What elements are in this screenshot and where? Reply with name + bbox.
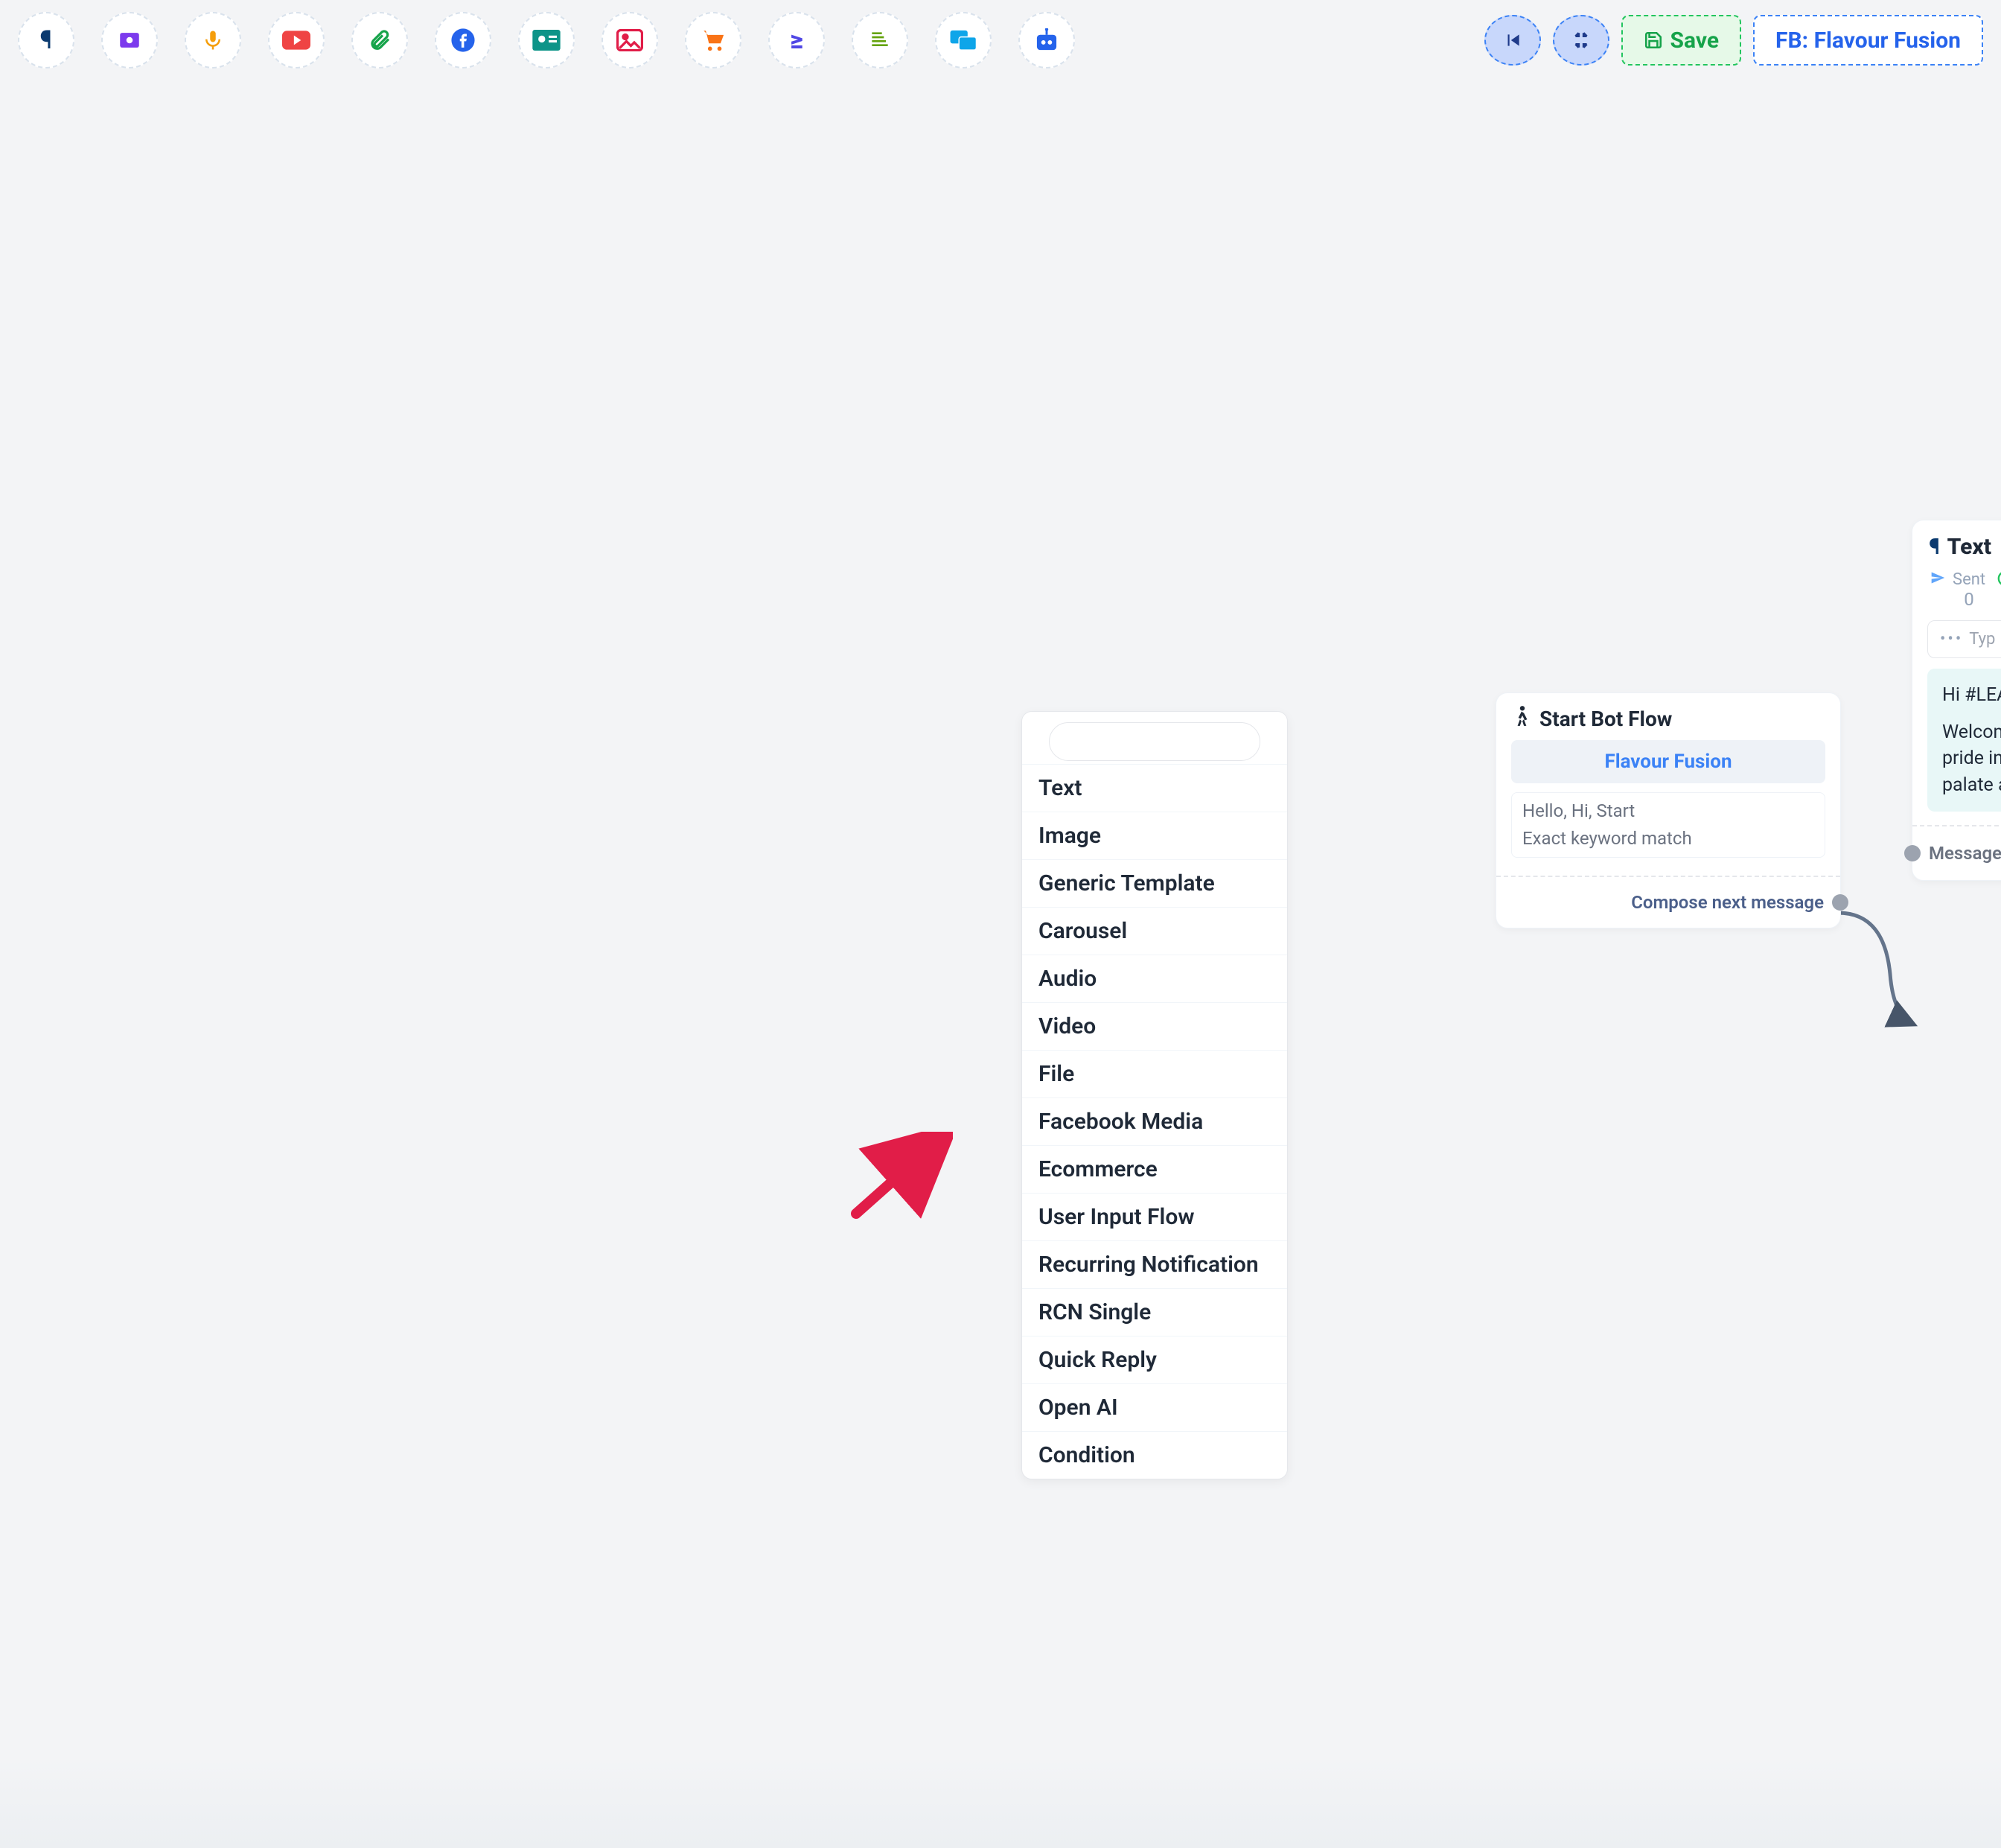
context-menu-item[interactable]: Ecommerce <box>1022 1145 1287 1193</box>
check-circle-icon <box>1997 570 2001 591</box>
stack-icon[interactable] <box>852 12 908 68</box>
paragraph-icon: ¶ <box>1929 534 1940 560</box>
compose-next-message[interactable]: Compose next message <box>1496 876 1840 928</box>
start-card-title: Start Bot Flow <box>1539 707 1672 731</box>
context-menu-search-input[interactable] <box>1049 722 1260 761</box>
save-label: Save <box>1670 28 1720 54</box>
top-toolbar: ¶ ≥ <box>18 12 1983 68</box>
save-button[interactable]: Save <box>1621 15 1742 66</box>
image-icon[interactable] <box>601 12 658 68</box>
keyword-list: Hello, Hi, Start <box>1522 797 1814 825</box>
bottom-fade <box>0 1759 2001 1848</box>
context-menu-item[interactable]: Condition <box>1022 1431 1287 1479</box>
facebook-icon[interactable] <box>435 12 491 68</box>
context-menu-item[interactable]: Generic Template <box>1022 859 1287 907</box>
collapse-button[interactable] <box>1553 15 1609 66</box>
dots-icon: ••• <box>1940 630 1963 649</box>
context-menu-item[interactable]: Audio <box>1022 955 1287 1002</box>
context-menu-item[interactable]: Quick Reply <box>1022 1336 1287 1383</box>
message-bubble[interactable]: Hi #LEA Welcome y creativ sations a prid… <box>1927 669 2001 812</box>
context-menu-item[interactable]: Recurring Notification <box>1022 1240 1287 1288</box>
sent-label: Sent <box>1953 570 1985 589</box>
message-body: Welcome y creativ sations a pride in g d… <box>1942 719 2001 799</box>
greeting-line: Hi #LEA <box>1942 682 2001 709</box>
toolbar-right: Save FB: Flavour Fusion <box>1484 12 1983 66</box>
sent-count: 0 <box>1953 589 1985 610</box>
context-menu-item[interactable]: RCN Single <box>1022 1288 1287 1336</box>
context-menu-item[interactable]: Carousel <box>1022 907 1287 955</box>
skip-back-button[interactable] <box>1484 15 1541 66</box>
paragraph-icon[interactable]: ¶ <box>18 12 74 68</box>
page-badge-label: FB: Flavour Fusion <box>1775 28 1961 54</box>
input-port-icon[interactable] <box>1904 845 1921 861</box>
flow-name-badge[interactable]: Flavour Fusion <box>1511 740 1825 783</box>
context-menu-item[interactable]: Video <box>1022 1002 1287 1050</box>
greater-equal-icon[interactable]: ≥ <box>768 12 825 68</box>
text-message-card[interactable]: ¶ Text Sent 0 ••• Typ Hi #LEA Welcome y … <box>1912 520 2001 881</box>
robot-icon[interactable] <box>1018 12 1075 68</box>
text-card-stats: Sent 0 <box>1912 567 2001 613</box>
toolbar-left: ¶ ≥ <box>18 12 1075 68</box>
context-menu-item[interactable]: Image <box>1022 812 1287 859</box>
microphone-icon[interactable] <box>185 12 241 68</box>
next-message-label: Message <box>1929 843 2001 864</box>
context-menu-item[interactable]: Open AI <box>1022 1383 1287 1431</box>
match-mode: Exact keyword match <box>1522 825 1814 853</box>
output-port-icon[interactable] <box>1832 894 1848 911</box>
compose-label: Compose next message <box>1631 892 1824 913</box>
context-menu-item[interactable]: User Input Flow <box>1022 1193 1287 1240</box>
text-card-title: Text <box>1947 534 1991 560</box>
attachment-icon[interactable] <box>351 12 408 68</box>
typing-placeholder: Typ <box>1969 630 1995 649</box>
typing-indicator-field[interactable]: ••• Typ <box>1927 620 2001 658</box>
id-card-icon[interactable] <box>518 12 575 68</box>
walking-icon <box>1513 705 1532 733</box>
context-menu-item[interactable]: Text <box>1022 764 1287 812</box>
photo-icon[interactable] <box>101 12 158 68</box>
connector-line-icon <box>1834 907 1916 1033</box>
page-badge[interactable]: FB: Flavour Fusion <box>1753 15 1983 66</box>
youtube-icon[interactable] <box>268 12 325 68</box>
context-menu: Text Image Generic Template Carousel Aud… <box>1021 711 1288 1479</box>
chat-icon[interactable] <box>935 12 992 68</box>
annotation-arrow-icon <box>849 1132 953 1221</box>
next-message-port[interactable]: Message <box>1912 825 2001 880</box>
paper-plane-icon <box>1930 570 1945 590</box>
context-menu-item[interactable]: Facebook Media <box>1022 1097 1287 1145</box>
context-menu-item[interactable]: File <box>1022 1050 1287 1097</box>
shopping-cart-icon[interactable] <box>685 12 741 68</box>
start-bot-flow-card[interactable]: Start Bot Flow Flavour Fusion Hello, Hi,… <box>1496 692 1841 928</box>
keyword-settings[interactable]: Hello, Hi, Start Exact keyword match <box>1511 792 1825 858</box>
